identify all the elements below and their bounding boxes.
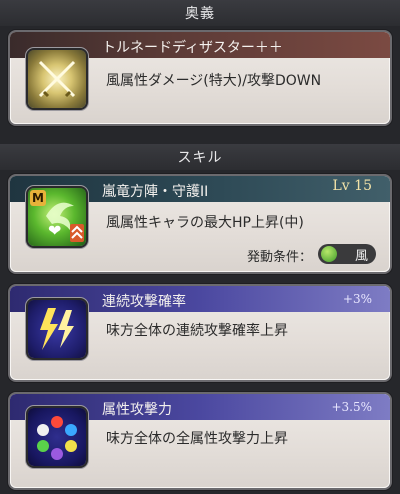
skill-2-value: +3% [342, 292, 372, 306]
ougi-name: トルネードディザスター＋＋ [102, 40, 283, 56]
skill-1-level-label: Lv [332, 178, 350, 194]
skills-section-header: スキル [0, 144, 400, 170]
skill-card-2[interactable]: 連続攻撃確率 +3% 味方全体の連続攻撃確率上昇 [10, 286, 390, 380]
skills-header-label: スキル [177, 150, 223, 166]
skill-1-description: 風属性キャラの最大HP上昇(中) [106, 215, 304, 231]
skill-3-name: 属性攻撃力 [102, 402, 172, 418]
element-orbs-icon [28, 408, 86, 466]
skill-2-description: 味方全体の連続攻撃確率上昇 [106, 323, 288, 339]
lightning-bolts-icon [28, 300, 86, 358]
chevron-up-icon [70, 224, 84, 242]
ougi-header-label: 奥義 [185, 6, 215, 22]
crossed-swords-icon [28, 50, 86, 108]
skill-3-description: 味方全体の全属性攻撃力上昇 [106, 431, 288, 447]
skill-1-condition-badge: 風 [318, 244, 376, 264]
wind-element-icon [321, 246, 337, 262]
skill-1-level-value: 15 [354, 178, 372, 194]
skill-1-condition-value: 風 [354, 248, 368, 264]
skill-1-name: 嵐竜方陣・守護II [102, 184, 209, 200]
ougi-section-header: 奥義 [0, 0, 400, 26]
skill-3-value: +3.5% [331, 400, 372, 414]
skill-card-1[interactable]: 嵐竜方陣・守護II Lv 15 M ❤ 風属性キャラの最大HP上昇(中) 発動条… [10, 176, 390, 272]
ougi-description: 風属性ダメージ(特大)/攻撃DOWN [106, 73, 322, 89]
wind-dragon-guard-icon: M ❤ [28, 188, 86, 246]
skill-2-name: 連続攻撃確率 [102, 294, 186, 310]
skill-1-condition-label: 発動条件： [246, 250, 312, 265]
skill-card-3[interactable]: 属性攻撃力 +3.5% 味方全体の全属性攻撃力上昇 [10, 394, 390, 488]
ougi-card[interactable]: トルネードディザスター＋＋ 風属性ダメージ(特大)/攻撃DOWN [10, 32, 390, 124]
skill-1-level: Lv 15 [333, 178, 373, 194]
heart-icon: ❤ [48, 221, 62, 240]
